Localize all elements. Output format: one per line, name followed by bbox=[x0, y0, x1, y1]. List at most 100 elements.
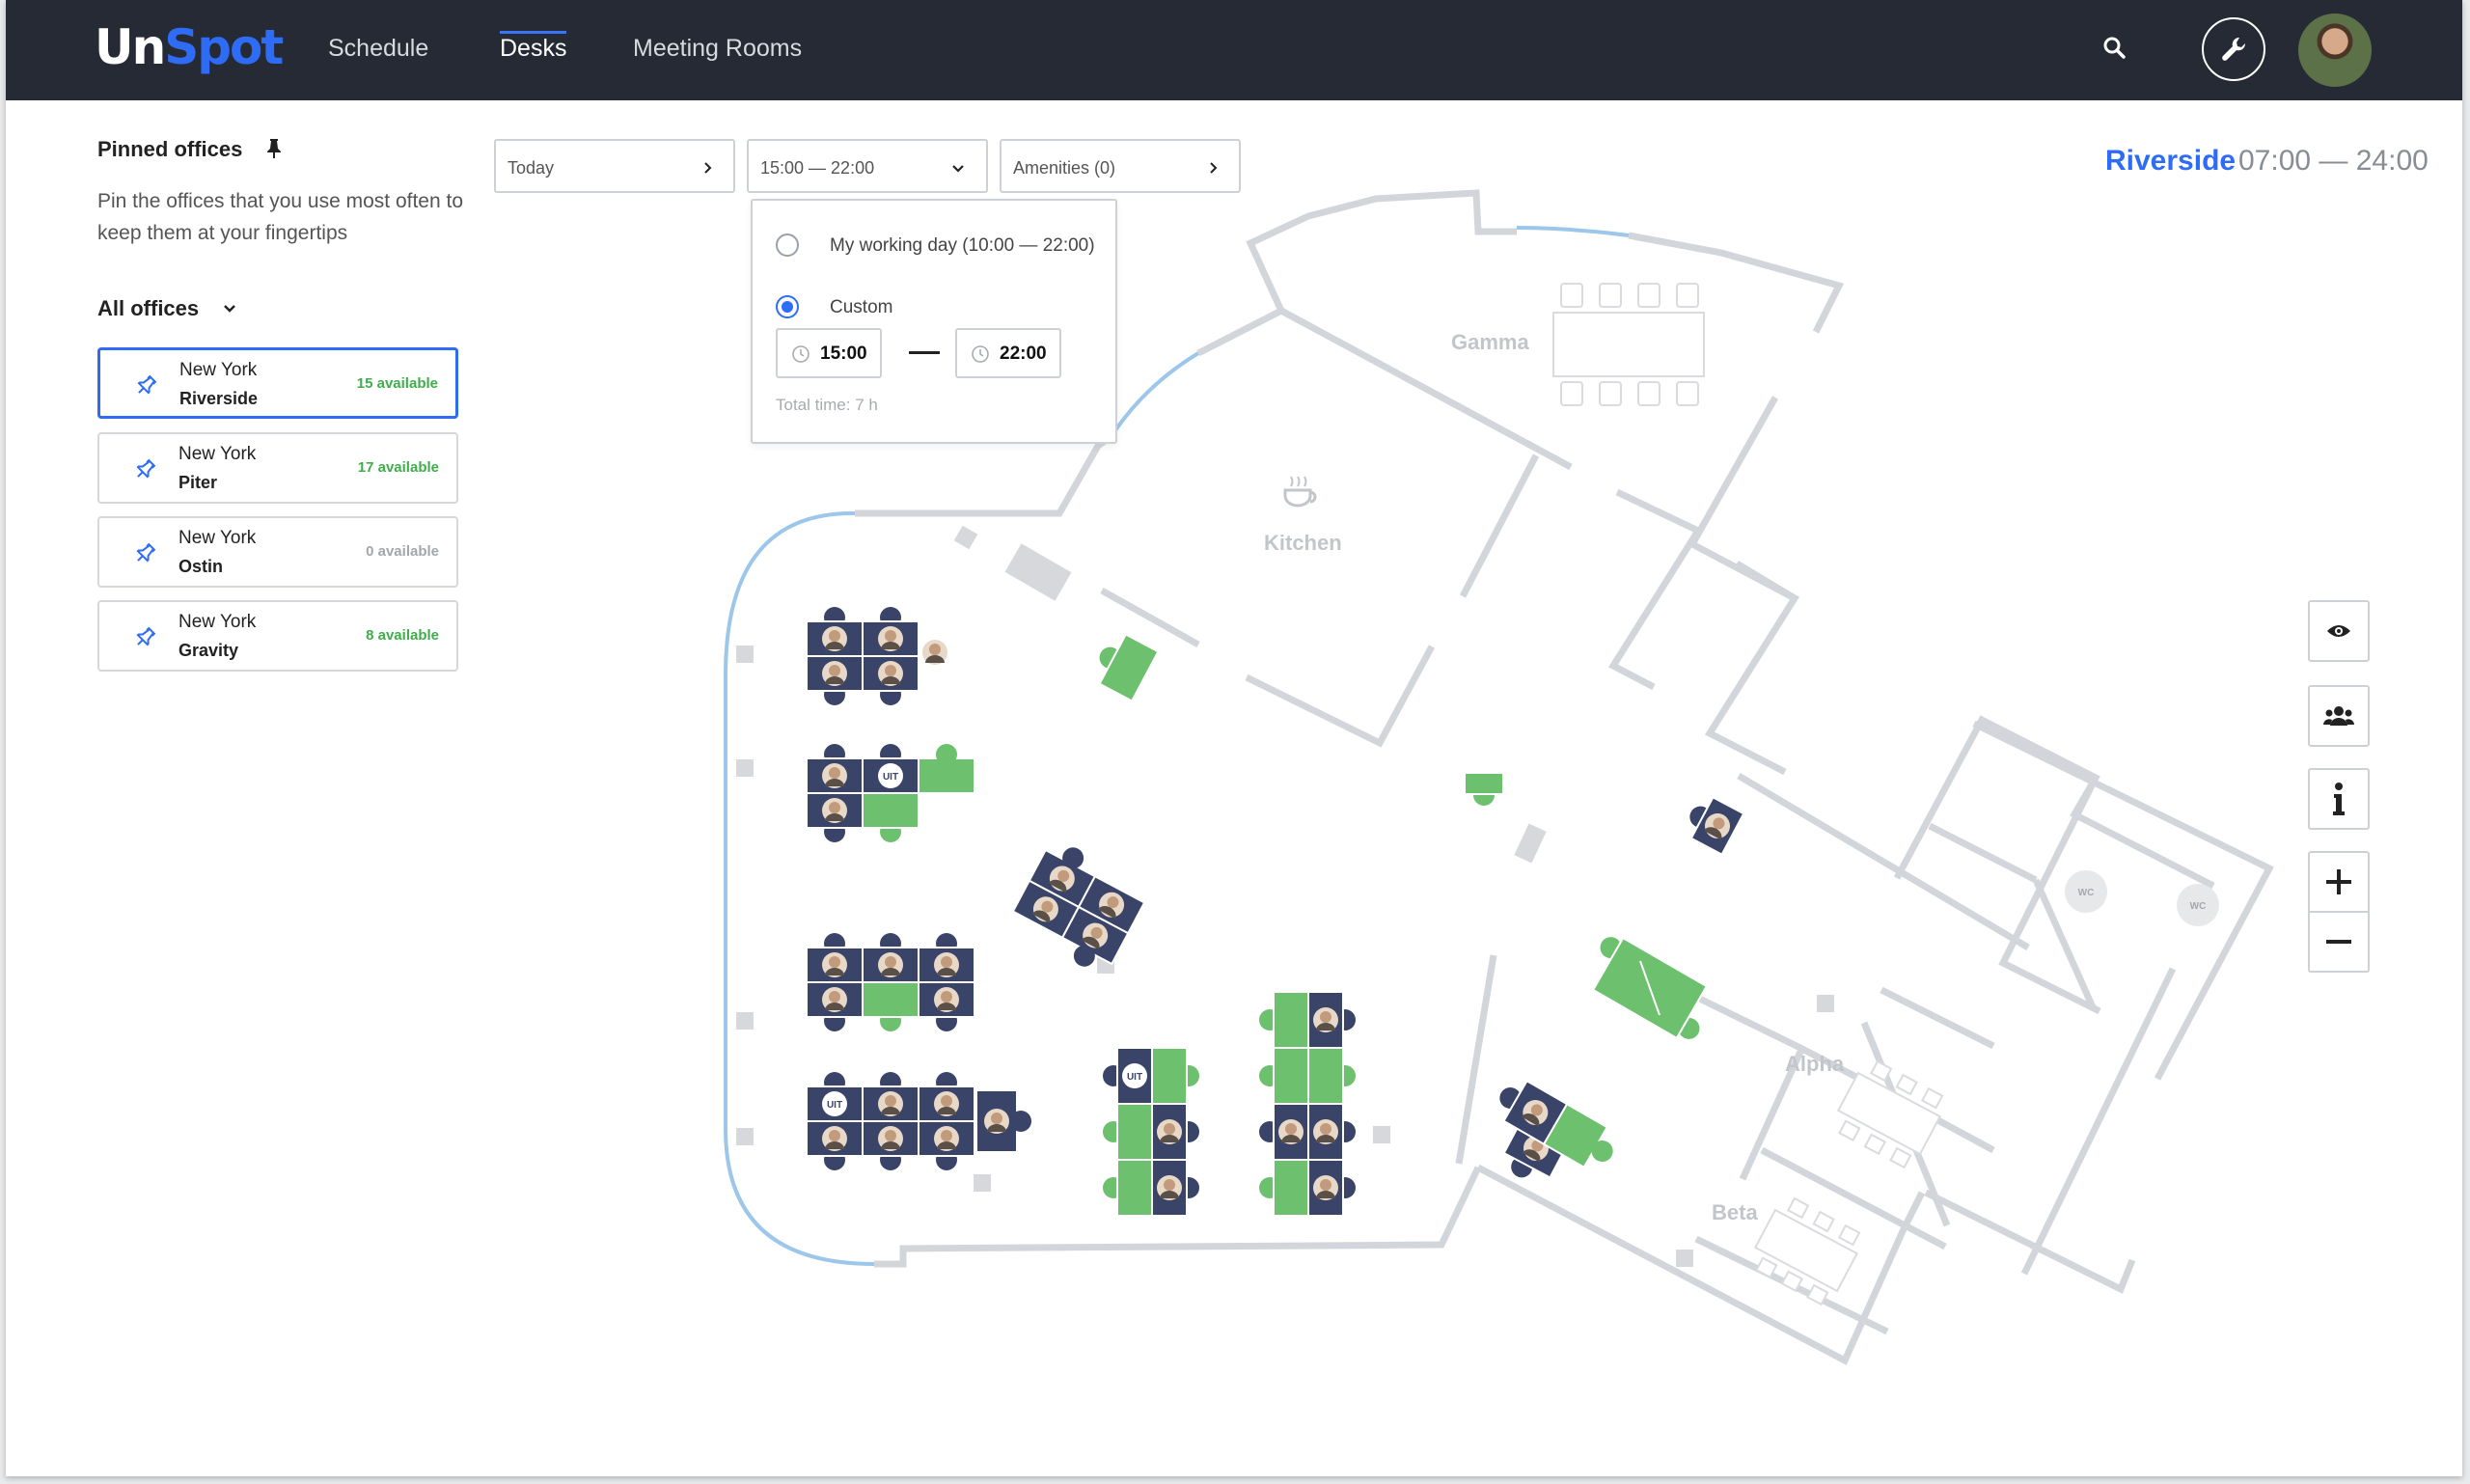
person-avatar bbox=[922, 640, 947, 665]
person-face bbox=[1320, 1179, 1331, 1191]
inner-wall bbox=[1688, 396, 1799, 776]
working-day-label[interactable]: My working day (10:00 — 22:00) bbox=[830, 235, 1095, 257]
desk-cell bbox=[806, 655, 864, 692]
date-filter[interactable]: Today bbox=[494, 139, 735, 193]
desk-cell bbox=[862, 1120, 919, 1157]
time-from-input[interactable]: 15:00 bbox=[776, 328, 882, 378]
uit-logo-text: UIT bbox=[827, 1100, 842, 1111]
desk-surface bbox=[1116, 1159, 1153, 1217]
desk-cell bbox=[862, 1086, 919, 1122]
person-face bbox=[829, 1130, 840, 1141]
room-label-gamma: Gamma bbox=[1451, 330, 1529, 354]
eye-icon[interactable] bbox=[2308, 600, 2370, 662]
meeting-chair bbox=[1787, 1196, 1810, 1220]
radio-working-day[interactable] bbox=[776, 234, 799, 257]
inner-wall bbox=[1455, 954, 1497, 1165]
nav-schedule[interactable]: Schedule bbox=[328, 35, 428, 63]
floor-plan-map[interactable]: Gamma Kitchen Alpha Beta WC WC UIT UIT UIT bbox=[6, 100, 2462, 1476]
unspot-logo[interactable]: UnSpot bbox=[95, 19, 284, 75]
desk-cell bbox=[862, 792, 919, 829]
pillar bbox=[736, 646, 754, 663]
person-avatar bbox=[878, 626, 903, 651]
person-face bbox=[829, 630, 840, 642]
person-face bbox=[829, 665, 840, 676]
person-avatar bbox=[878, 661, 903, 686]
window-top bbox=[1516, 226, 1630, 237]
info-icon[interactable] bbox=[2308, 768, 2370, 830]
person-face bbox=[1285, 1123, 1297, 1135]
outer-wall bbox=[855, 433, 1114, 517]
chevron-right-icon bbox=[1210, 162, 1218, 174]
person-face bbox=[941, 956, 952, 968]
desk-cell bbox=[1273, 991, 1309, 1049]
time-filter-value: 15:00 — 22:00 bbox=[760, 158, 875, 178]
time-to-value: 22:00 bbox=[1000, 344, 1047, 364]
desk-cell bbox=[1151, 1047, 1188, 1105]
desk-cell bbox=[862, 620, 919, 657]
search-icon[interactable] bbox=[2101, 35, 2128, 62]
range-dash bbox=[909, 351, 940, 354]
desk-cell bbox=[806, 620, 864, 657]
chevron-down-icon bbox=[952, 165, 964, 173]
amenities-filter[interactable]: Amenities (0) bbox=[1000, 139, 1241, 193]
logo-text-spot: Spot bbox=[164, 19, 284, 75]
person-face bbox=[885, 665, 896, 676]
person-avatar bbox=[878, 1091, 903, 1116]
desk-surface bbox=[1151, 1047, 1188, 1105]
time-filter[interactable]: 15:00 — 22:00 bbox=[747, 139, 988, 193]
top-navigation-bar: UnSpot Schedule Desks Meeting Rooms bbox=[6, 0, 2462, 100]
person-avatar bbox=[1313, 1175, 1338, 1200]
user-avatar[interactable] bbox=[2298, 14, 2372, 87]
time-to-input[interactable]: 22:00 bbox=[955, 328, 1061, 378]
desk-cell bbox=[918, 1120, 975, 1157]
meeting-table bbox=[1753, 1208, 1859, 1293]
desk-cell bbox=[862, 947, 919, 983]
person-face bbox=[885, 1130, 896, 1141]
desk-cell bbox=[918, 1086, 975, 1122]
desk-cell bbox=[1307, 1047, 1344, 1105]
zoom-in-icon[interactable] bbox=[2310, 853, 2368, 911]
zoom-out-icon[interactable] bbox=[2310, 913, 2368, 971]
desk-surface bbox=[1098, 633, 1160, 702]
outer-wall bbox=[1972, 720, 2274, 1081]
inner-wall bbox=[1100, 587, 1200, 648]
coffee-cup-icon bbox=[1283, 476, 1317, 508]
person-avatar bbox=[934, 1126, 959, 1151]
nav-desks[interactable]: Desks bbox=[500, 31, 567, 63]
pillar bbox=[974, 1174, 991, 1192]
person-face bbox=[829, 991, 840, 1003]
wrench-icon[interactable] bbox=[2202, 17, 2265, 81]
desk-cell bbox=[1273, 1047, 1309, 1105]
zoom-controls bbox=[2308, 851, 2370, 973]
window-curve-north bbox=[1110, 351, 1200, 438]
pillar bbox=[736, 1128, 754, 1145]
outer-wall bbox=[1924, 1189, 2136, 1294]
clock-icon bbox=[792, 345, 810, 363]
inner-wall bbox=[2020, 967, 2177, 1276]
person-avatar bbox=[984, 1109, 1009, 1134]
pillar bbox=[953, 525, 978, 550]
person-face bbox=[941, 1095, 952, 1107]
person-face bbox=[885, 1095, 896, 1107]
desk-surface bbox=[1273, 991, 1309, 1049]
desk-cell bbox=[862, 655, 919, 692]
desk-cell bbox=[1307, 1159, 1344, 1217]
custom-label[interactable]: Custom bbox=[830, 297, 892, 318]
chevron-right-icon bbox=[704, 162, 712, 174]
desk-chair bbox=[1010, 1111, 1031, 1132]
person-face bbox=[829, 956, 840, 968]
available-desk bbox=[1098, 633, 1160, 702]
radio-custom[interactable] bbox=[776, 295, 799, 318]
desk-cell bbox=[806, 792, 864, 829]
inner-wall bbox=[1245, 645, 1436, 748]
pillar bbox=[736, 759, 754, 777]
desk-cell bbox=[806, 757, 864, 794]
desk-chair bbox=[936, 744, 957, 765]
gamma-chair bbox=[1560, 381, 1583, 406]
people-icon[interactable] bbox=[2308, 685, 2370, 747]
person-avatar bbox=[822, 952, 847, 977]
gamma-chair bbox=[1676, 283, 1699, 308]
inner-wall bbox=[1608, 529, 1701, 691]
inner-wall bbox=[1459, 453, 1540, 598]
nav-meeting-rooms[interactable]: Meeting Rooms bbox=[633, 35, 802, 63]
